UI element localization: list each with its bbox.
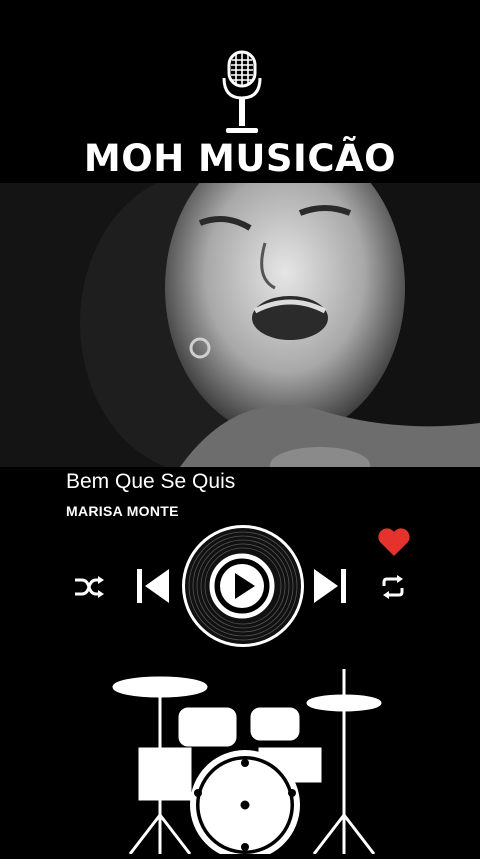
app-title: MOH MUSICÃO bbox=[83, 137, 397, 180]
drum-kit-icon bbox=[100, 665, 390, 859]
repeat-icon[interactable] bbox=[380, 574, 406, 600]
video-frame[interactable] bbox=[0, 183, 480, 467]
skip-previous-icon[interactable] bbox=[135, 567, 171, 605]
skip-next-icon[interactable] bbox=[312, 567, 348, 605]
heart-icon[interactable] bbox=[377, 527, 411, 557]
play-button[interactable] bbox=[209, 553, 275, 619]
microphone-icon bbox=[218, 48, 266, 138]
song-title: Bem Que Se Quis bbox=[66, 470, 236, 493]
shuffle-icon[interactable] bbox=[74, 575, 104, 599]
artist-name: MARISA MONTE bbox=[66, 503, 179, 519]
